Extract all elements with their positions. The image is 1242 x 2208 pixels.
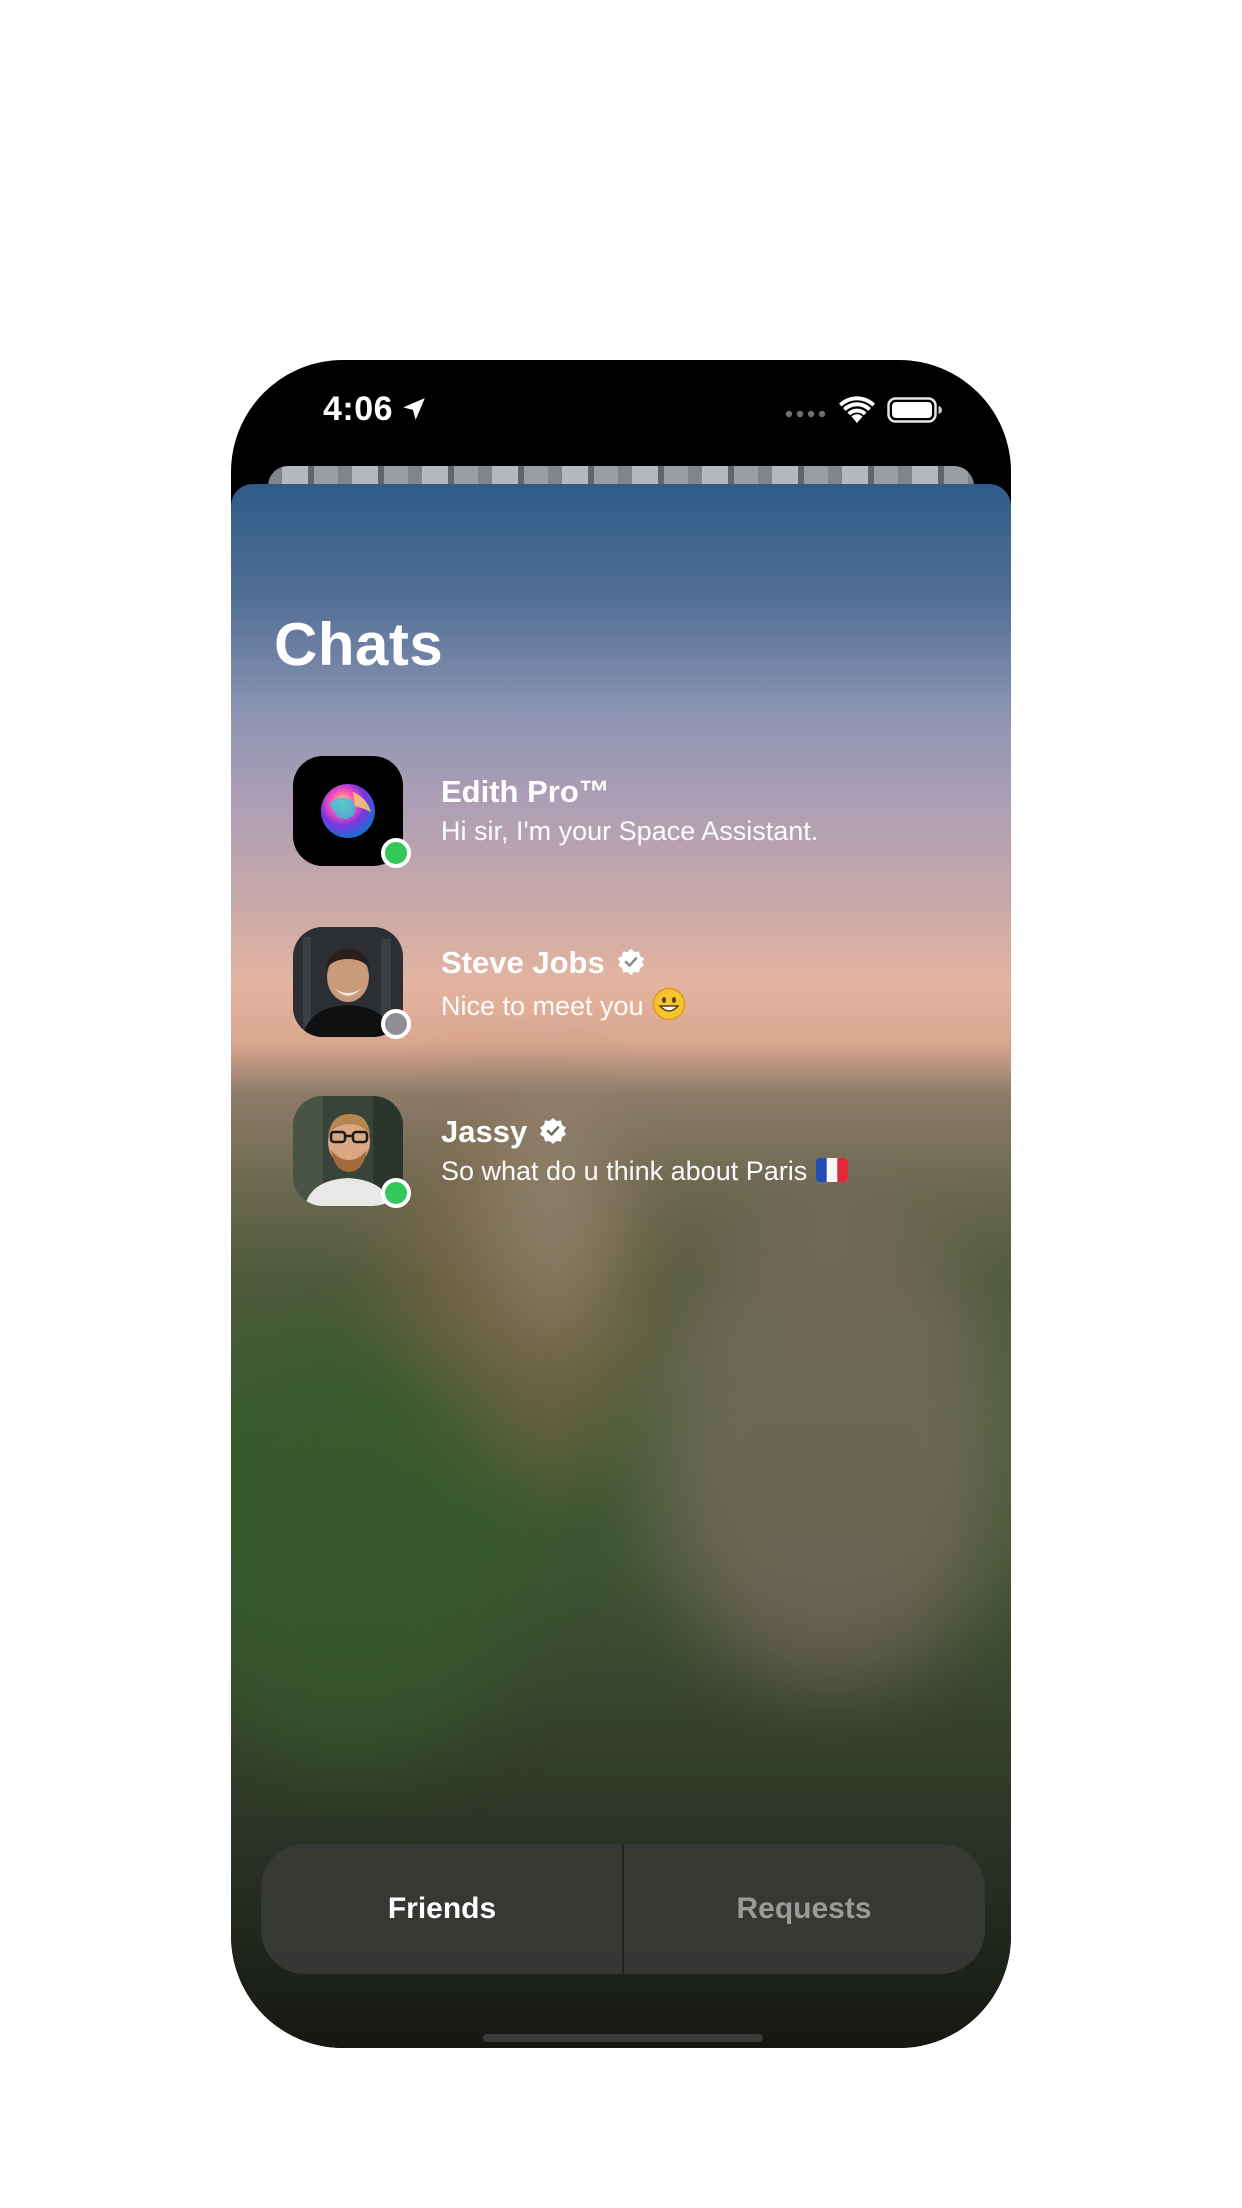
chat-row-edith[interactable]: Edith Pro™ Hi sir, I'm your Space Assist… xyxy=(293,756,953,868)
home-indicator[interactable] xyxy=(483,2034,763,2042)
chat-name: Jassy xyxy=(441,1114,567,1150)
chat-row-jassy[interactable]: Jassy So what do u think about Paris xyxy=(293,1096,953,1208)
signal-dots-icon xyxy=(785,410,826,418)
offline-status-dot xyxy=(381,1009,411,1039)
page-title: Chats xyxy=(274,611,444,678)
battery-icon xyxy=(887,397,942,423)
online-status-dot xyxy=(381,1178,411,1208)
chat-preview: Hi sir, I'm your Space Assistant. xyxy=(441,816,819,846)
grinning-face-icon xyxy=(652,987,685,1021)
verified-badge-icon xyxy=(540,1118,567,1144)
tab-requests[interactable]: Requests xyxy=(623,1844,985,1974)
segmented-tab-bar: Friends Requests xyxy=(261,1844,985,1974)
status-time: 4:06 xyxy=(323,390,394,428)
tab-friends[interactable]: Friends xyxy=(261,1844,623,1974)
chat-preview: Nice to meet you xyxy=(441,987,686,1022)
chats-sheet: Chats Edith Pro™ Hi sir, I'm your Space … xyxy=(231,484,1011,2048)
background-blur xyxy=(651,1204,1011,1684)
chat-preview: So what do u think about Paris xyxy=(441,1156,849,1187)
location-arrow-icon xyxy=(403,398,425,420)
verified-badge-icon xyxy=(617,949,644,975)
france-flag-icon xyxy=(816,1158,849,1182)
phone-frame: 4:06 Chats Edith Pro™ Hi sir, I'm your S… xyxy=(231,360,1011,2048)
chat-name: Edith Pro™ xyxy=(441,774,610,809)
chat-row-steve-jobs[interactable]: Steve Jobs Nice to meet you xyxy=(293,927,953,1039)
online-status-dot xyxy=(381,838,411,868)
wifi-icon xyxy=(839,396,875,423)
status-bar: 4:06 xyxy=(231,360,1011,470)
chat-name: Steve Jobs xyxy=(441,945,645,981)
